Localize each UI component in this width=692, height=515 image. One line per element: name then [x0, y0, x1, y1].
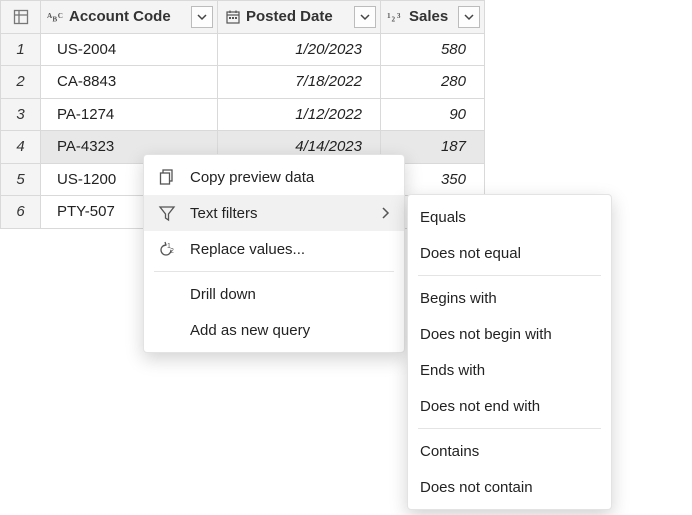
- cell-posted[interactable]: 7/18/2022: [218, 66, 381, 99]
- menu-item-does-not-begin-with[interactable]: Does not begin with: [408, 316, 611, 352]
- column-header-account-code: ABC Account Code: [41, 1, 218, 34]
- cell-sales[interactable]: 90: [381, 98, 485, 131]
- column-filter-button-account[interactable]: [191, 6, 213, 28]
- row-number[interactable]: 2: [1, 66, 41, 99]
- row-number[interactable]: 6: [1, 196, 41, 229]
- filter-icon: [156, 202, 178, 224]
- menu-item-add-as-new-query[interactable]: Add as new query: [144, 312, 404, 348]
- cell-posted[interactable]: 1/20/2023: [218, 33, 381, 66]
- svg-text:2: 2: [170, 248, 174, 255]
- column-header-label[interactable]: Sales: [409, 8, 448, 25]
- menu-item-label: Replace values...: [190, 241, 305, 258]
- chevron-down-icon: [360, 12, 370, 22]
- menu-item-label: Copy preview data: [190, 169, 314, 186]
- table-row[interactable]: 3 PA-1274 1/12/2022 90: [1, 98, 485, 131]
- column-header-sales: 123 Sales: [381, 1, 485, 34]
- context-menu: Copy preview data Text filters 12 Replac…: [143, 154, 405, 353]
- menu-item-does-not-equal[interactable]: Does not equal: [408, 235, 611, 271]
- menu-item-equals[interactable]: Equals: [408, 199, 611, 235]
- menu-item-does-not-contain[interactable]: Does not contain: [408, 469, 611, 505]
- menu-item-label: Begins with: [420, 290, 497, 307]
- menu-item-begins-with[interactable]: Begins with: [408, 280, 611, 316]
- table-row[interactable]: 1 US-2004 1/20/2023 580: [1, 33, 485, 66]
- menu-item-label: Text filters: [190, 205, 258, 222]
- chevron-down-icon: [197, 12, 207, 22]
- cell-account[interactable]: US-2004: [41, 33, 218, 66]
- cell-posted[interactable]: 1/12/2022: [218, 98, 381, 131]
- menu-item-text-filters[interactable]: Text filters: [144, 195, 404, 231]
- svg-text:B: B: [52, 15, 57, 23]
- chevron-right-icon: [380, 207, 390, 219]
- menu-item-contains[interactable]: Contains: [408, 433, 611, 469]
- chevron-down-icon: [464, 12, 474, 22]
- menu-item-drill-down[interactable]: Drill down: [144, 276, 404, 312]
- menu-separator: [418, 275, 601, 276]
- cell-sales[interactable]: 580: [381, 33, 485, 66]
- menu-item-label: Add as new query: [190, 322, 310, 339]
- svg-text:C: C: [58, 12, 63, 20]
- table-icon: [1, 1, 40, 33]
- menu-item-label: Ends with: [420, 362, 485, 379]
- menu-item-label: Drill down: [190, 286, 256, 303]
- cell-account[interactable]: CA-8843: [41, 66, 218, 99]
- grid-corner-cell[interactable]: [1, 1, 41, 34]
- cell-sales[interactable]: 280: [381, 66, 485, 99]
- menu-item-label: Does not end with: [420, 398, 540, 415]
- column-header-label[interactable]: Posted Date: [246, 8, 333, 25]
- menu-item-label: Does not equal: [420, 245, 521, 262]
- menu-item-label: Does not begin with: [420, 326, 552, 343]
- cell-account[interactable]: PA-1274: [41, 98, 218, 131]
- menu-item-copy-preview-data[interactable]: Copy preview data: [144, 159, 404, 195]
- calendar-type-icon: [224, 9, 242, 25]
- column-header-posted-date: Posted Date: [218, 1, 381, 34]
- menu-item-ends-with[interactable]: Ends with: [408, 352, 611, 388]
- svg-text:1: 1: [387, 12, 391, 20]
- menu-item-label: Contains: [420, 443, 479, 460]
- column-filter-button-posted[interactable]: [354, 6, 376, 28]
- menu-item-replace-values[interactable]: 12 Replace values...: [144, 231, 404, 267]
- row-number[interactable]: 5: [1, 163, 41, 196]
- column-header-label[interactable]: Account Code: [69, 8, 171, 25]
- menu-item-label: Does not contain: [420, 479, 533, 496]
- row-number[interactable]: 4: [1, 131, 41, 164]
- text-type-icon: ABC: [47, 9, 65, 25]
- svg-text:2: 2: [392, 15, 396, 23]
- menu-separator: [418, 428, 601, 429]
- table-row[interactable]: 2 CA-8843 7/18/2022 280: [1, 66, 485, 99]
- menu-separator: [154, 271, 394, 272]
- menu-item-label: Equals: [420, 209, 466, 226]
- row-number[interactable]: 1: [1, 33, 41, 66]
- text-filters-submenu: Equals Does not equal Begins with Does n…: [407, 194, 612, 510]
- row-number[interactable]: 3: [1, 98, 41, 131]
- replace-icon: 12: [156, 238, 178, 260]
- menu-item-does-not-end-with[interactable]: Does not end with: [408, 388, 611, 424]
- number-type-icon: 123: [387, 9, 405, 25]
- svg-text:3: 3: [397, 12, 401, 20]
- column-filter-button-sales[interactable]: [458, 6, 480, 28]
- copy-icon: [156, 166, 178, 188]
